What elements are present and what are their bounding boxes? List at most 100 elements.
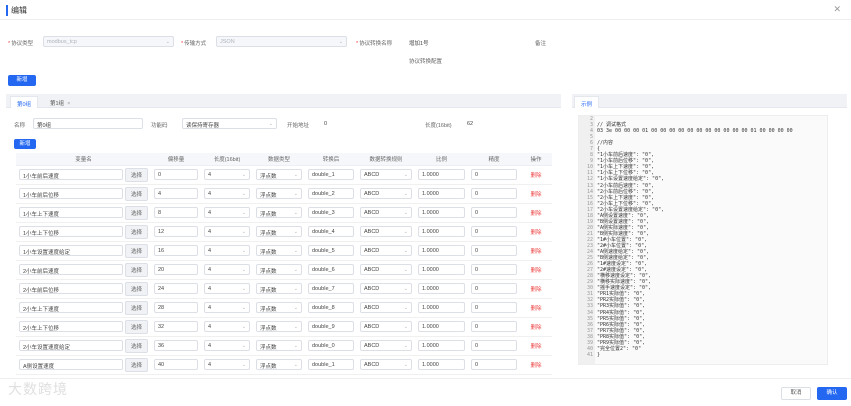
ratio-input[interactable]: 1.0000 <box>418 283 465 294</box>
length-select[interactable]: 4 ⌄ <box>204 359 250 370</box>
precision-input[interactable]: 0 <box>471 359 517 370</box>
delete-link[interactable]: 删除 <box>520 184 552 204</box>
offset-input[interactable]: 4 <box>154 188 198 199</box>
select-button[interactable]: 选择 <box>124 281 148 296</box>
ratio-input[interactable]: 1.0000 <box>418 321 465 332</box>
select-button[interactable]: 选择 <box>124 167 148 182</box>
conv-input[interactable]: double_8 <box>308 302 354 313</box>
protocol-type-select[interactable]: modbus_tcp ⌄ <box>43 36 174 47</box>
precision-input[interactable]: 0 <box>471 245 517 256</box>
dtype-select[interactable]: 浮点数 ⌄ <box>256 207 302 218</box>
rule-select[interactable]: ABCD ⌄ <box>360 264 412 275</box>
template-name-input[interactable]: 增加1号 <box>405 36 520 47</box>
delete-link[interactable]: 删除 <box>520 279 552 299</box>
variable-name-input[interactable]: A侧设置速度 <box>19 359 123 370</box>
precision-input[interactable]: 0 <box>471 226 517 237</box>
confirm-button[interactable]: 确认 <box>817 387 847 400</box>
dtype-select[interactable]: 浮点数 ⌄ <box>256 264 302 275</box>
variable-name-input[interactable]: 1小车前后速度 <box>19 169 123 180</box>
precision-input[interactable]: 0 <box>471 283 517 294</box>
dtype-select[interactable]: 浮点数 ⌄ <box>256 188 302 199</box>
select-button[interactable]: 选择 <box>124 300 148 315</box>
precision-input[interactable]: 0 <box>471 188 517 199</box>
variable-name-input[interactable]: 2小车上下速度 <box>19 302 123 313</box>
rule-select[interactable]: ABCD ⌄ <box>360 340 412 351</box>
ratio-input[interactable]: 1.0000 <box>418 188 465 199</box>
start-address-input[interactable]: 0 <box>320 118 410 129</box>
delete-link[interactable]: 删除 <box>520 317 552 337</box>
dtype-select[interactable]: 浮点数 ⌄ <box>256 302 302 313</box>
variable-name-input[interactable]: 2小车前后位移 <box>19 283 123 294</box>
select-button[interactable]: 选择 <box>124 262 148 277</box>
length-select[interactable]: 4 ⌄ <box>204 188 250 199</box>
offset-input[interactable]: 0 <box>154 169 198 180</box>
select-button[interactable]: 选择 <box>124 186 148 201</box>
ratio-input[interactable]: 1.0000 <box>418 226 465 237</box>
dtype-select[interactable]: 浮点数 ⌄ <box>256 169 302 180</box>
dtype-select[interactable]: 浮点数 ⌄ <box>256 321 302 332</box>
variable-name-input[interactable]: 2小车上下位移 <box>19 321 123 332</box>
rule-select[interactable]: ABCD ⌄ <box>360 302 412 313</box>
conv-input[interactable]: double_9 <box>308 321 354 332</box>
rule-select[interactable]: ABCD ⌄ <box>360 245 412 256</box>
select-button[interactable]: 选择 <box>124 243 148 258</box>
dtype-select[interactable]: 浮点数 ⌄ <box>256 226 302 237</box>
variable-name-input[interactable]: 1小车上下位移 <box>19 226 123 237</box>
length-input[interactable]: 62 <box>463 118 543 129</box>
delete-link[interactable]: 删除 <box>520 222 552 242</box>
close-tab-icon[interactable]: × <box>67 101 70 107</box>
ratio-input[interactable]: 1.0000 <box>418 359 465 370</box>
rule-select[interactable]: ABCD ⌄ <box>360 359 412 370</box>
select-button[interactable]: 选择 <box>124 338 148 353</box>
ratio-input[interactable]: 1.0000 <box>418 169 465 180</box>
length-select[interactable]: 4 ⌄ <box>204 226 250 237</box>
length-select[interactable]: 4 ⌄ <box>204 283 250 294</box>
precision-input[interactable]: 0 <box>471 321 517 332</box>
add-variable-button[interactable]: 新增 <box>14 139 36 149</box>
conv-input[interactable]: double_3 <box>308 207 354 218</box>
conv-input[interactable]: double_2 <box>308 188 354 199</box>
variable-name-input[interactable]: 1小车前后位移 <box>19 188 123 199</box>
delete-link[interactable]: 删除 <box>520 203 552 223</box>
select-button[interactable]: 选择 <box>124 357 148 372</box>
variable-name-input[interactable]: 1小车上下速度 <box>19 207 123 218</box>
offset-input[interactable]: 20 <box>154 264 198 275</box>
conv-input[interactable]: double_5 <box>308 245 354 256</box>
offset-input[interactable]: 8 <box>154 207 198 218</box>
offset-input[interactable]: 24 <box>154 283 198 294</box>
conv-input[interactable]: double_1 <box>308 169 354 180</box>
precision-input[interactable]: 0 <box>471 207 517 218</box>
dtype-select[interactable]: 浮点数 ⌄ <box>256 283 302 294</box>
ratio-input[interactable]: 1.0000 <box>418 340 465 351</box>
rule-select[interactable]: ABCD ⌄ <box>360 188 412 199</box>
length-select[interactable]: 4 ⌄ <box>204 207 250 218</box>
tab-group-0[interactable]: 第0组 <box>10 96 39 108</box>
delete-link[interactable]: 删除 <box>520 260 552 280</box>
select-button[interactable]: 选择 <box>124 319 148 334</box>
delete-link[interactable]: 删除 <box>520 241 552 261</box>
conv-input[interactable]: double_6 <box>308 264 354 275</box>
rule-select[interactable]: ABCD ⌄ <box>360 283 412 294</box>
offset-input[interactable]: 36 <box>154 340 198 351</box>
conv-input[interactable]: double_7 <box>308 283 354 294</box>
dtype-select[interactable]: 浮点数 ⌄ <box>256 245 302 256</box>
tab-example[interactable]: 示例 <box>574 96 600 108</box>
rule-select[interactable]: ABCD ⌄ <box>360 321 412 332</box>
offset-input[interactable]: 40 <box>154 359 198 370</box>
example-code-panel[interactable]: 2 3 4 5 6 7 8 9 10 11 12 13 14 15 16 17 … <box>578 115 828 365</box>
rule-select[interactable]: ABCD ⌄ <box>360 226 412 237</box>
conv-input[interactable]: double_4 <box>308 226 354 237</box>
offset-input[interactable]: 32 <box>154 321 198 332</box>
add-group-button[interactable]: 新增 <box>8 75 36 86</box>
precision-input[interactable]: 0 <box>471 302 517 313</box>
cancel-button[interactable]: 取消 <box>781 387 811 400</box>
offset-input[interactable]: 16 <box>154 245 198 256</box>
rule-select[interactable]: ABCD ⌄ <box>360 169 412 180</box>
conv-input[interactable]: double_0 <box>308 340 354 351</box>
transfer-select[interactable]: JSON ⌄ <box>216 36 347 47</box>
func-code-select[interactable]: 读保持寄存器 ⌄ <box>182 118 277 129</box>
ratio-input[interactable]: 1.0000 <box>418 302 465 313</box>
delete-link[interactable]: 删除 <box>520 336 552 356</box>
precision-input[interactable]: 0 <box>471 340 517 351</box>
ratio-input[interactable]: 1.0000 <box>418 245 465 256</box>
